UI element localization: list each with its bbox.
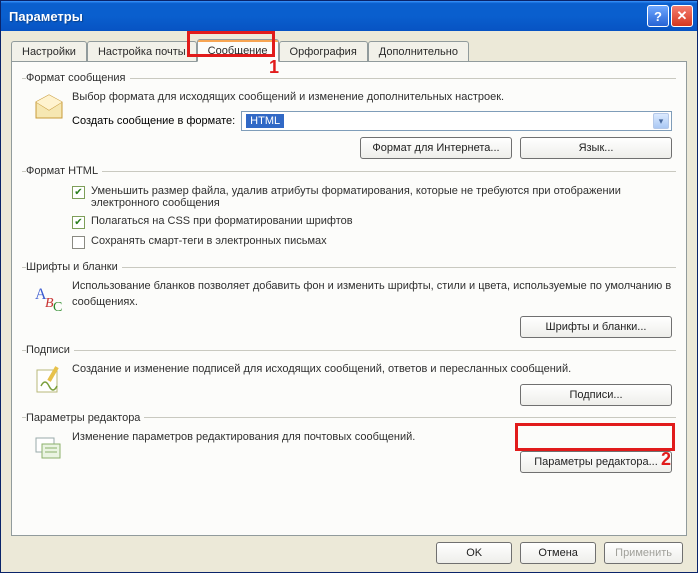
svg-text:C: C: [53, 300, 62, 313]
editor-icon: [33, 432, 65, 464]
options-dialog: Параметры ? ✕ Настройки Настройка почты …: [0, 0, 698, 573]
window-title: Параметры: [9, 9, 645, 24]
group-fonts: Шрифты и бланки ABC Использование бланко…: [22, 261, 676, 340]
button-label: Параметры редактора...: [534, 456, 658, 468]
tab-label: Сообщение: [208, 45, 268, 57]
tab-label: Орфография: [290, 46, 357, 58]
apply-button[interactable]: Применить: [604, 542, 683, 564]
group-legend: Формат сообщения: [26, 72, 130, 84]
internet-format-button[interactable]: Формат для Интернета...: [360, 137, 512, 159]
group-legend: Параметры редактора: [26, 412, 144, 424]
group-editor: Параметры редактора Изменение параметров…: [22, 412, 676, 475]
tab-strip: Настройки Настройка почты Сообщение Орфо…: [11, 39, 687, 61]
tab-settings[interactable]: Настройки: [11, 41, 87, 61]
checkbox-reduce-size[interactable]: ✔: [72, 186, 85, 199]
checkbox-smart-tags[interactable]: ✔: [72, 236, 85, 249]
tab-message[interactable]: Сообщение: [197, 39, 279, 62]
tab-label: Настройки: [22, 46, 76, 58]
button-label: Формат для Интернета...: [372, 142, 499, 154]
envelope-icon: [33, 92, 65, 124]
close-button[interactable]: ✕: [671, 5, 693, 27]
dialog-footer: OK Отмена Применить: [11, 536, 687, 566]
help-icon: ?: [654, 9, 662, 24]
checkbox-label: Полагаться на CSS при форматировании шри…: [91, 215, 353, 227]
signatures-desc: Создание и изменение подписей для исходя…: [72, 362, 672, 377]
button-label: Подписи...: [569, 389, 622, 401]
tab-advanced[interactable]: Дополнительно: [368, 41, 469, 61]
language-button[interactable]: Язык...: [520, 137, 672, 159]
help-button[interactable]: ?: [647, 5, 669, 27]
ok-button[interactable]: OK: [436, 542, 512, 564]
tab-label: Дополнительно: [379, 46, 458, 58]
button-label: Применить: [615, 547, 672, 559]
button-label: Отмена: [538, 547, 577, 559]
checkbox-css-fonts[interactable]: ✔: [72, 216, 85, 229]
checkbox-label: Сохранять смарт-теги в электронных письм…: [91, 235, 327, 247]
titlebar: Параметры ? ✕: [1, 1, 697, 31]
tab-label: Настройка почты: [98, 46, 186, 58]
compose-format-value: HTML: [246, 114, 284, 128]
tab-mail-setup[interactable]: Настройка почты: [87, 41, 197, 61]
fonts-icon: ABC: [33, 281, 65, 313]
group-message-format: Формат сообщения Выбор формата для исход…: [22, 72, 676, 161]
message-format-desc: Выбор формата для исходящих сообщений и …: [72, 90, 672, 105]
group-html-format: Формат HTML ✔ Уменьшить размер файла, уд…: [22, 165, 676, 257]
editor-options-button[interactable]: Параметры редактора...: [520, 451, 672, 473]
checkbox-label: Уменьшить размер файла, удалив атрибуты …: [91, 185, 672, 209]
compose-format-select[interactable]: HTML ▾: [241, 111, 672, 131]
tab-spelling[interactable]: Орфография: [279, 41, 368, 61]
close-icon: ✕: [677, 8, 688, 24]
tab-panel-message: Формат сообщения Выбор формата для исход…: [11, 61, 687, 536]
group-legend: Подписи: [26, 344, 74, 356]
fonts-stationery-button[interactable]: Шрифты и бланки...: [520, 316, 672, 338]
group-legend: Шрифты и бланки: [26, 261, 122, 273]
button-label: OK: [466, 547, 482, 559]
dialog-content: Настройки Настройка почты Сообщение Орфо…: [1, 31, 697, 572]
fonts-desc: Использование бланков позволяет добавить…: [72, 279, 672, 310]
editor-desc: Изменение параметров редактирования для …: [72, 430, 672, 445]
button-label: Язык...: [579, 142, 614, 154]
chevron-down-icon: ▾: [653, 113, 669, 129]
signatures-button[interactable]: Подписи...: [520, 384, 672, 406]
signature-icon: [33, 364, 65, 396]
group-legend: Формат HTML: [26, 165, 102, 177]
compose-format-label: Создать сообщение в формате:: [72, 115, 235, 127]
button-label: Шрифты и бланки...: [546, 321, 647, 333]
cancel-button[interactable]: Отмена: [520, 542, 596, 564]
group-signatures: Подписи Создание и изменение подписей дл…: [22, 344, 676, 407]
